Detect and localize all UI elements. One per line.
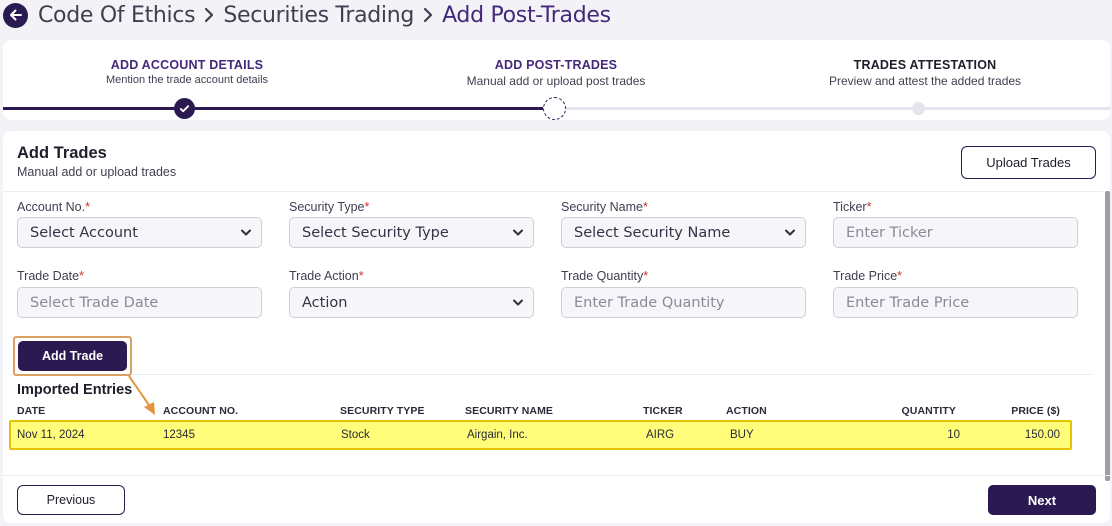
column-header-quantity: QUANTITY: [901, 405, 956, 417]
column-header-account-no: ACCOUNT NO.: [163, 405, 239, 417]
breadcrumb-item-securities-trading[interactable]: Securities Trading: [223, 3, 414, 28]
section-subtitle: Manual add or upload trades: [17, 165, 177, 179]
progress-stepper: ADD ACCOUNT DETAILS Mention the trade ac…: [3, 40, 1110, 120]
security-name-label: Security Name*: [561, 200, 648, 214]
trade-action-select[interactable]: Action: [289, 287, 534, 318]
step-trades-attestation: TRADES ATTESTATION Preview and attest th…: [775, 58, 1075, 88]
imported-entries-title: Imported Entries: [17, 382, 133, 398]
section-title: Add Trades: [17, 144, 107, 162]
column-header-date: DATE: [17, 405, 46, 417]
trade-price-placeholder: Enter Trade Price: [846, 294, 970, 311]
ticker-label: Ticker*: [833, 200, 872, 214]
add-trades-panel: Add Trades Manual add or upload trades U…: [3, 131, 1110, 523]
step-subtitle: Manual add or upload post trades: [466, 74, 646, 88]
trade-action-label: Trade Action*: [289, 269, 364, 283]
chevron-right-icon: [422, 6, 434, 24]
column-header-security-name: SECURITY NAME: [465, 405, 554, 417]
cell-security-name: Airgain, Inc.: [467, 429, 528, 441]
security-type-select[interactable]: Select Security Type: [289, 217, 534, 248]
security-name-select[interactable]: Select Security Name: [561, 217, 806, 248]
chevron-down-icon: [241, 229, 251, 236]
trade-date-label: Trade Date*: [17, 269, 84, 283]
breadcrumb: Code Of Ethics Securities Trading Add Po…: [3, 0, 611, 30]
divider: [3, 191, 1103, 192]
trade-price-input[interactable]: Enter Trade Price: [833, 287, 1078, 318]
step-add-post-trades: ADD POST-TRADES Manual add or upload pos…: [406, 58, 706, 88]
cell-action: BUY: [730, 429, 754, 441]
annotation-highlight-box: Add Trade: [13, 336, 132, 376]
next-button[interactable]: Next: [988, 485, 1096, 515]
breadcrumb-item-code-of-ethics[interactable]: Code Of Ethics: [38, 3, 196, 28]
trade-quantity-label: Trade Quantity*: [561, 269, 649, 283]
step-add-account-details: ADD ACCOUNT DETAILS Mention the trade ac…: [37, 58, 337, 86]
trade-date-placeholder: Select Trade Date: [30, 294, 159, 311]
step-title: TRADES ATTESTATION: [853, 58, 997, 72]
trade-quantity-input[interactable]: Enter Trade Quantity: [561, 287, 806, 318]
security-type-label: Security Type*: [289, 200, 370, 214]
column-header-action: ACTION: [726, 405, 767, 417]
cell-price: 150.00: [1024, 429, 1060, 441]
account-no-select[interactable]: Select Account: [17, 217, 262, 248]
security-type-value: Select Security Type: [302, 224, 449, 241]
trade-action-value: Action: [302, 294, 348, 311]
step-pending-dot: [912, 102, 925, 115]
trade-price-label: Trade Price*: [833, 269, 903, 283]
vertical-scrollbar[interactable]: [1105, 191, 1110, 481]
cell-quantity: 10: [947, 429, 960, 441]
chevron-down-icon: [513, 229, 523, 236]
chevron-right-icon: [203, 6, 215, 24]
breadcrumb-item-add-post-trades: Add Post-Trades: [442, 2, 611, 28]
account-no-label: Account No.*: [17, 200, 90, 214]
trade-quantity-placeholder: Enter Trade Quantity: [574, 294, 725, 311]
column-header-ticker: TICKER: [643, 405, 683, 417]
step-complete-dot: [174, 98, 195, 119]
arrow-left-icon: [9, 9, 22, 21]
add-trade-button[interactable]: Add Trade: [18, 341, 127, 371]
chevron-down-icon: [513, 299, 523, 306]
ticker-input[interactable]: Enter Ticker: [833, 217, 1078, 248]
trade-date-input[interactable]: Select Trade Date: [17, 287, 262, 318]
cell-date: Nov 11, 2024: [17, 429, 85, 441]
step-subtitle: Preview and attest the added trades: [828, 74, 1022, 88]
column-header-price: PRICE ($): [1011, 405, 1060, 417]
divider: [3, 475, 1110, 476]
security-name-value: Select Security Name: [574, 224, 731, 241]
progress-line-complete: [3, 107, 543, 110]
step-title: ADD POST-TRADES: [494, 58, 618, 72]
chevron-down-icon: [785, 229, 795, 236]
check-icon: [179, 105, 190, 113]
ticker-placeholder: Enter Ticker: [846, 224, 933, 241]
previous-button[interactable]: Previous: [17, 485, 125, 515]
back-button[interactable]: [3, 2, 28, 28]
step-title: ADD ACCOUNT DETAILS: [110, 58, 264, 72]
progress-line-pending: [565, 107, 1110, 110]
divider: [133, 374, 1093, 375]
account-no-value: Select Account: [30, 224, 138, 241]
step-current-dot: [543, 97, 566, 120]
cell-security-type: Stock: [341, 429, 370, 441]
cell-ticker: AIRG: [646, 429, 675, 441]
cell-account-no: 12345: [163, 429, 195, 441]
step-subtitle: Mention the trade account details: [105, 74, 269, 86]
column-header-security-type: SECURITY TYPE: [340, 405, 425, 417]
upload-trades-button[interactable]: Upload Trades: [961, 146, 1096, 179]
